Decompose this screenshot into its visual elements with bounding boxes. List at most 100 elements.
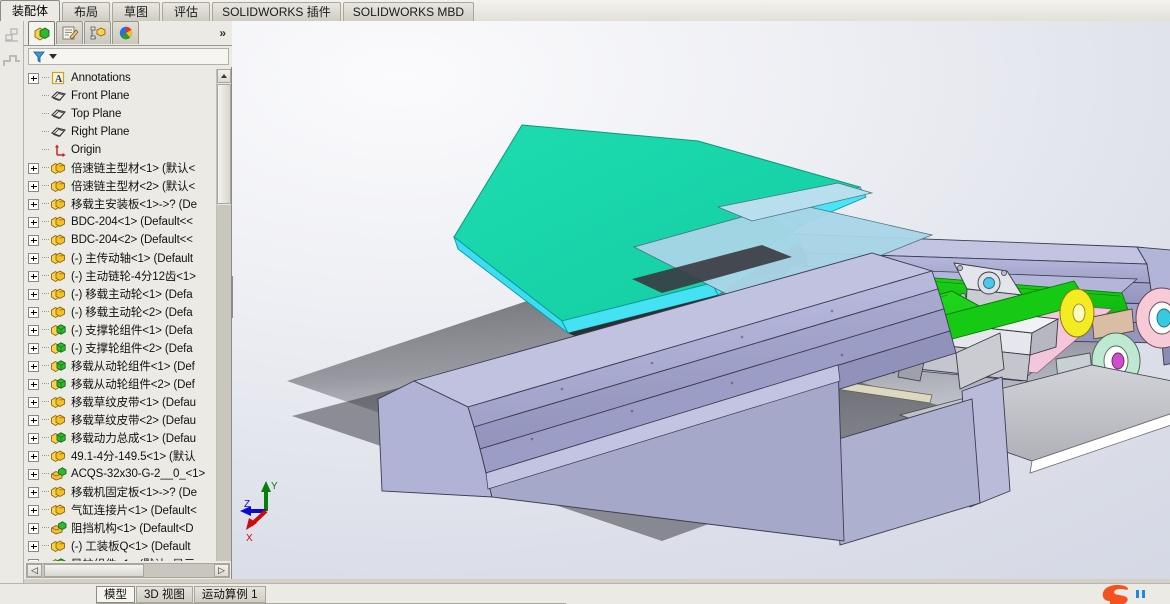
tree-expand-toggle[interactable] — [28, 378, 39, 390]
tree-item-icon-slot — [50, 179, 67, 194]
tree-expand-toggle[interactable] — [28, 522, 39, 534]
assembly-feature-icon[interactable] — [1, 25, 23, 47]
tree-expand-spacer — [28, 109, 39, 120]
feature-tree-vertical-scrollbar[interactable] — [216, 69, 231, 561]
tree-item[interactable]: 移载从动轮组件<2> (Def — [26, 375, 216, 393]
tree-item[interactable]: 倍速链主型材<1> (默认< — [26, 159, 216, 177]
tree-item-label: ACQS-32x30-G-2__0_<1> — [71, 468, 206, 480]
tree-item[interactable]: (-) 工装板Q<1> (Default — [26, 537, 216, 555]
tree-item[interactable]: (-) 移载主动轮<1> (Defa — [26, 285, 216, 303]
tree-item[interactable]: BDC-204<1> (Default<< — [26, 213, 216, 231]
feature-tree-filter[interactable] — [28, 48, 229, 65]
tree-item[interactable]: (-) 主传动轴<1> (Default — [26, 249, 216, 267]
tree-item[interactable]: 移载主安装板<1>->? (De — [26, 195, 216, 213]
tree-expand-toggle[interactable] — [28, 432, 39, 444]
feature-tree[interactable]: A Annotations Front Plane Top Plane Right Pl… — [26, 69, 216, 561]
tree-expand-toggle[interactable] — [28, 360, 39, 372]
tree-item[interactable]: 阻挡机构<1> (Default<D — [26, 519, 216, 537]
tree-expand-toggle[interactable] — [28, 270, 39, 282]
tree-expand-toggle[interactable] — [28, 216, 39, 228]
property-manager-tab[interactable] — [56, 21, 83, 44]
scroll-right-button[interactable]: ▷ — [214, 564, 229, 577]
tab-motion-study[interactable]: 运动算例 1 — [193, 585, 266, 603]
tree-item[interactable]: 导柱组件<1> (默认<显示 — [26, 555, 216, 561]
tree-item[interactable]: A Annotations — [26, 69, 216, 87]
ribbon-tab-layout[interactable]: 布局 — [62, 2, 111, 21]
tree-item-label: Front Plane — [71, 90, 130, 102]
feature-manager-tab-bar: » — [24, 21, 232, 46]
display-manager-tab[interactable] — [112, 21, 139, 44]
tree-item-icon-slot — [50, 161, 67, 176]
tree-item[interactable]: (-) 支撑轮组件<1> (Defa — [26, 321, 216, 339]
ribbon-tab-assembly[interactable]: 装配体 — [0, 0, 61, 21]
tree-item[interactable]: 倍速链主型材<2> (默认< — [26, 177, 216, 195]
scroll-left-button[interactable]: ◁ — [27, 564, 42, 577]
tree-expand-toggle[interactable] — [28, 252, 39, 264]
tree-expand-toggle[interactable] — [28, 558, 39, 561]
tree-expand-toggle[interactable] — [28, 342, 39, 354]
tree-item-icon-slot — [50, 89, 67, 104]
scroll-up-button[interactable] — [217, 69, 231, 83]
tree-item[interactable]: Front Plane — [26, 87, 216, 105]
tree-expand-toggle[interactable] — [28, 234, 39, 246]
tree-item[interactable]: 移载从动轮组件<1> (Def — [26, 357, 216, 375]
tab-model[interactable]: 模型 — [96, 585, 135, 603]
tree-expand-toggle[interactable] — [28, 486, 39, 498]
step-feature-icon[interactable] — [1, 51, 23, 73]
tree-expand-toggle[interactable] — [28, 72, 39, 84]
svg-text:Z: Z — [244, 499, 250, 510]
feature-manager-tab[interactable] — [28, 21, 55, 45]
tree-expand-toggle[interactable] — [28, 468, 39, 480]
tree-item-label: Top Plane — [71, 108, 122, 120]
tree-connector — [41, 195, 50, 213]
tree-expand-toggle[interactable] — [28, 162, 39, 174]
tree-item[interactable]: 移载机固定板<1>->? (De — [26, 483, 216, 501]
tree-expand-toggle[interactable] — [28, 414, 39, 426]
tree-expand-toggle[interactable] — [28, 450, 39, 462]
ribbon-tab-solidworks-addins[interactable]: SOLIDWORKS 插件 — [212, 2, 341, 21]
tree-item[interactable]: Right Plane — [26, 123, 216, 141]
tree-item[interactable]: 移载草纹皮带<2> (Defau — [26, 411, 216, 429]
tree-expand-toggle[interactable] — [28, 396, 39, 408]
tree-expand-toggle[interactable] — [28, 198, 39, 210]
ribbon-tab-solidworks-mbd[interactable]: SOLIDWORKS MBD — [342, 2, 475, 21]
tree-item[interactable]: Top Plane — [26, 105, 216, 123]
tree-connector — [41, 429, 50, 447]
ribbon-tab-evaluate[interactable]: 评估 — [162, 2, 211, 21]
tree-item[interactable]: BDC-204<2> (Default<< — [26, 231, 216, 249]
tree-item-label: (-) 支撑轮组件<1> (Defa — [71, 325, 193, 337]
feature-manager-overflow-button[interactable]: » — [219, 26, 226, 40]
tree-expand-toggle[interactable] — [28, 324, 39, 336]
tree-item[interactable]: Origin — [26, 141, 216, 159]
scrollbar-thumb[interactable] — [217, 84, 231, 204]
tree-item[interactable]: (-) 支撑轮组件<2> (Defa — [26, 339, 216, 357]
tree-expand-toggle[interactable] — [28, 288, 39, 300]
tree-item[interactable]: ACQS-32x30-G-2__0_<1> — [26, 465, 216, 483]
tree-item[interactable]: 移载动力总成<1> (Defau — [26, 429, 216, 447]
panel-collapse-handle[interactable] — [232, 276, 233, 318]
tree-item-icon-slot — [50, 233, 67, 248]
tree-item[interactable]: 移载草纹皮带<1> (Defau — [26, 393, 216, 411]
tree-expand-toggle[interactable] — [28, 540, 39, 552]
tree-expand-toggle[interactable] — [28, 306, 39, 318]
tree-item-icon-slot — [50, 323, 67, 338]
tree-item[interactable]: (-) 移载主动轮<2> (Defa — [26, 303, 216, 321]
tab-3d-views[interactable]: 3D 视图 — [136, 585, 193, 603]
tree-expand-toggle[interactable] — [28, 504, 39, 516]
feature-tree-horizontal-scrollbar[interactable]: ◁ ▷ — [26, 563, 230, 578]
tree-item[interactable]: (-) 主动链轮-4分12齿<1> — [26, 267, 216, 285]
part-icon — [51, 395, 65, 408]
ribbon-tab-sketch[interactable]: 草图 — [112, 2, 161, 21]
scrollbar-track[interactable] — [217, 205, 231, 561]
tree-item[interactable]: 49.1-4分-149.5<1> (默认 — [26, 447, 216, 465]
tree-connector — [41, 555, 50, 561]
tree-item[interactable]: 气缸连接片<1> (Default< — [26, 501, 216, 519]
filter-dropdown-caret[interactable] — [49, 54, 57, 59]
tree-item-icon-slot — [50, 269, 67, 284]
graphics-area[interactable]: Y Z X — [232, 21, 1170, 579]
configuration-manager-tab[interactable] — [84, 21, 111, 44]
cad-model-viewport[interactable]: Y Z X — [232, 21, 1170, 579]
hscrollbar-thumb[interactable] — [44, 564, 144, 577]
tree-expand-toggle[interactable] — [28, 180, 39, 192]
tree-item-label: (-) 主传动轴<1> (Default — [71, 253, 193, 265]
